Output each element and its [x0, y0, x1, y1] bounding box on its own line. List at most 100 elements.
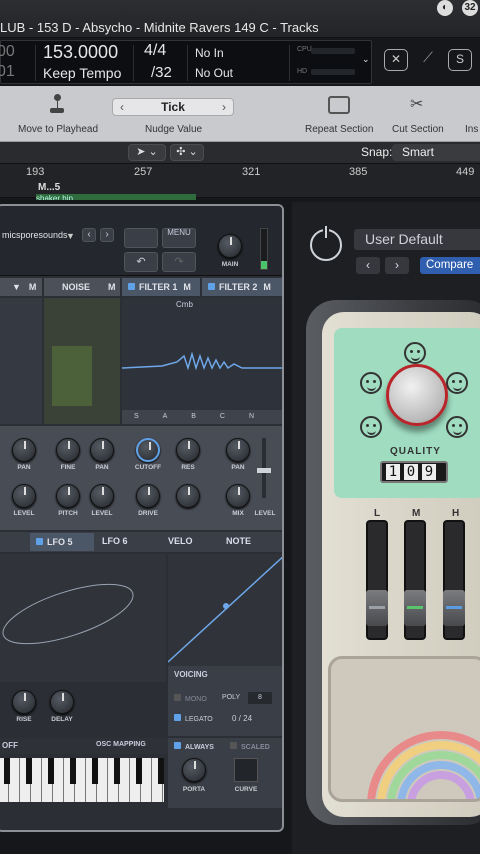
lcd-chevron-icon[interactable]: ⌄ [362, 54, 370, 65]
solo-s-icon[interactable]: S [448, 49, 472, 71]
daw-screen: LUB - 153 D - Absycho - Midnite Ravers 1… [0, 0, 480, 854]
nudge-right-icon[interactable]: › [217, 99, 231, 115]
title-bar: LUB - 153 D - Absycho - Midnite Ravers 1… [0, 0, 480, 38]
menu-button[interactable]: MENU [162, 228, 196, 248]
redo-icon[interactable]: ↷ [162, 252, 196, 272]
hd-label: HD [297, 68, 308, 75]
lfo6-tab[interactable]: LFO 6 [102, 536, 128, 546]
lcd-display[interactable]: 00 01 153.0000 Keep Tempo 4/4 /32 No In … [0, 40, 372, 84]
mid-fader[interactable] [404, 520, 426, 640]
high-fader[interactable] [443, 520, 465, 640]
main-volume-knob[interactable] [218, 234, 242, 258]
level-knob[interactable] [12, 484, 36, 508]
filter-tab[interactable]: B [191, 410, 196, 424]
note-tab[interactable]: NOTE [226, 536, 251, 546]
noise-header[interactable]: NOISE M [44, 278, 120, 296]
tempo-value[interactable]: 153.0000 [43, 42, 118, 63]
filter2-header[interactable]: FILTER 2M [202, 278, 282, 296]
delay-knob[interactable] [50, 690, 74, 714]
fine-knob[interactable] [56, 438, 80, 462]
noise-level-knob[interactable] [90, 484, 114, 508]
prev-preset-icon[interactable]: ‹ [356, 257, 380, 274]
marquee-tool-icon[interactable]: ✣ ⌄ [170, 144, 204, 161]
preset-selector[interactable]: User Default [354, 229, 480, 250]
velocity-curve [168, 556, 282, 663]
division[interactable]: /32 [151, 64, 172, 81]
compare-button[interactable]: Compare [420, 257, 480, 274]
velo-tab[interactable]: VELO [168, 536, 193, 546]
low-fader[interactable] [366, 520, 388, 640]
region-strip[interactable]: shaker hip [36, 194, 196, 200]
tempo-mode[interactable]: Keep Tempo [43, 65, 121, 81]
hd-meter [311, 69, 355, 75]
preset-dropdown-icon[interactable]: ▼ [66, 231, 75, 241]
scaled-toggle[interactable]: SCALED [230, 742, 270, 751]
pointer-tool-icon[interactable]: ➤ ⌄ [128, 144, 166, 161]
control-bar: Move to Playhead ‹ Tick › Nudge Value Re… [0, 86, 480, 142]
filter-pan-knob[interactable] [226, 438, 250, 462]
joystick-icon[interactable] [50, 94, 64, 114]
undo-icon[interactable]: ↶ [124, 252, 158, 272]
velocity-display[interactable] [168, 554, 282, 666]
legato-toggle[interactable]: LEGATO [174, 714, 213, 723]
lfo5-tab[interactable]: LFO 5 [30, 533, 94, 551]
tuner-icon[interactable]: ⟋ [416, 49, 440, 71]
time-signature[interactable]: 4/4 [144, 42, 166, 60]
res-knob[interactable] [176, 438, 200, 462]
filter-tab[interactable]: N [249, 410, 254, 424]
ruler-mark: 321 [242, 166, 261, 178]
counter-digit: 0 [404, 464, 418, 480]
timeline-ruler[interactable]: 193 257 321 385 449 M...5 shaker hip [0, 164, 480, 200]
user-circle-icon[interactable]: ◐ [437, 0, 453, 16]
off-label[interactable]: OFF [2, 741, 18, 750]
cut-section-label[interactable]: Cut Section [392, 124, 444, 135]
filter-knob[interactable] [176, 484, 200, 508]
nudge-value-field[interactable]: ‹ Tick › [112, 98, 234, 116]
keyboard[interactable] [0, 758, 164, 802]
snap-label: Snap: [361, 145, 393, 159]
next-preset-icon[interactable]: › [385, 257, 409, 274]
always-toggle[interactable]: ALWAYS [174, 742, 214, 751]
snap-select[interactable]: Smart [392, 144, 480, 161]
noise-display[interactable] [44, 298, 120, 424]
porta-knob[interactable] [182, 758, 206, 782]
lfo-display[interactable] [0, 554, 166, 682]
quality-knob[interactable] [386, 364, 448, 426]
next-preset-icon[interactable]: › [100, 228, 114, 242]
noise-pan-knob[interactable] [90, 438, 114, 462]
cutoff-knob[interactable] [136, 438, 160, 462]
osc-mapping-label[interactable]: OSC MAPPING [96, 741, 146, 748]
power-icon[interactable] [310, 225, 342, 261]
nudge-left-icon[interactable]: ‹ [115, 99, 129, 115]
move-to-playhead-label[interactable]: Move to Playhead [18, 124, 98, 135]
close-x-icon[interactable]: ✕ [384, 49, 408, 71]
scissors-icon[interactable]: ✂ [410, 94, 423, 114]
repeat-section-label[interactable]: Repeat Section [305, 124, 373, 135]
filter-tab[interactable]: A [163, 410, 168, 424]
insert-label[interactable]: Ins [465, 124, 478, 135]
drive-knob[interactable] [136, 484, 160, 508]
smiley-icon [360, 372, 382, 394]
knob-label: FINE [60, 464, 76, 471]
pitch-knob[interactable] [56, 484, 80, 508]
mono-toggle[interactable]: MONO [174, 694, 207, 703]
badge-32-icon[interactable]: 32 [462, 0, 478, 16]
browser-icon[interactable] [124, 228, 158, 248]
mix-knob[interactable] [226, 484, 250, 508]
filter-tab[interactable]: S [134, 410, 139, 424]
level-slider[interactable] [257, 438, 271, 498]
poly-value[interactable]: 8 [248, 692, 272, 704]
marker-label[interactable]: M...5 [38, 182, 60, 193]
repeat-section-icon[interactable] [328, 96, 350, 114]
bar-top: 00 [0, 43, 15, 60]
filter1-header[interactable]: FILTER 1M [122, 278, 200, 296]
osc-display[interactable] [0, 298, 42, 424]
pan-knob[interactable] [12, 438, 36, 462]
curve-box[interactable] [234, 758, 258, 782]
rise-knob[interactable] [12, 690, 36, 714]
keyboard-header: OFF OSC MAPPING [0, 738, 168, 754]
filter-tab[interactable]: C [220, 410, 225, 424]
prev-preset-icon[interactable]: ‹ [82, 228, 96, 242]
filter-display[interactable]: Cmb [122, 298, 282, 410]
osc-header[interactable]: ▼ M [0, 278, 42, 296]
